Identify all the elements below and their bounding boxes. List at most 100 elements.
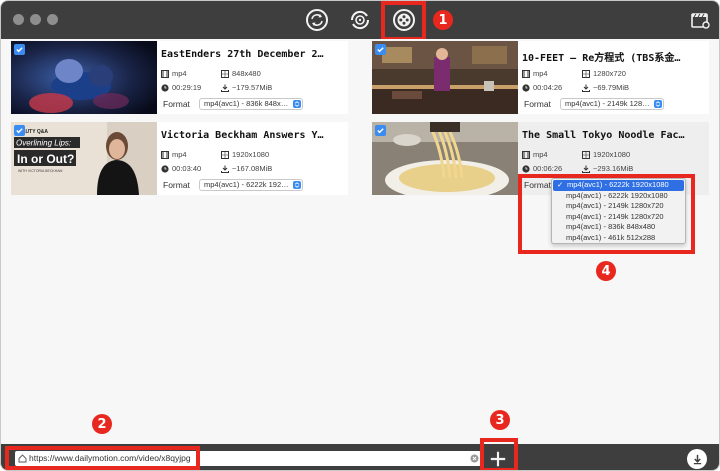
container-text: mp4 (172, 150, 187, 159)
video-card[interactable]: 10-FEET – Re方程式 (TBS系金… mp4 1280x720 00:… (372, 41, 709, 114)
download-icon (693, 454, 701, 464)
resolution-meta: 1920x1080 (221, 150, 269, 159)
format-option-label: mp4(avc1) - 836k 848x480 (566, 222, 656, 231)
video-thumbnail (372, 41, 518, 114)
checkmark-icon (377, 128, 384, 134)
resolution-icon (582, 69, 590, 78)
film-icon (161, 69, 169, 78)
zoom-window-button[interactable] (47, 14, 58, 25)
resolution-meta: 1280x720 (582, 69, 626, 78)
title-bar (1, 1, 719, 39)
chevron-updown-icon (293, 181, 301, 189)
format-option-label: mp4(avc1) - 461k 512x288 (566, 232, 656, 242)
duration-text: 00:03:40 (172, 164, 202, 173)
resolution-meta: 848x480 (221, 69, 261, 78)
duration-text: 00:29:19 (172, 83, 202, 92)
resolution-icon (221, 150, 229, 159)
download-film-icon (393, 9, 415, 31)
format-option[interactable]: mp4(avc1) - 461k 512x288 (552, 233, 685, 244)
size-meta: ~69.79MiB (582, 83, 629, 92)
format-dropdown[interactable]: ✓ mp4(avc1) - 6222k 1920x1080 mp4(avc1) … (551, 178, 686, 244)
format-option[interactable]: mp4(avc1) - 2149k 1280x720 (552, 201, 685, 212)
clock-icon (522, 164, 530, 173)
format-option-label: mp4(avc1) - 6222k 1920x1080 (566, 190, 668, 200)
format-option[interactable]: mp4(avc1) - 836k 848x480 (552, 222, 685, 233)
resolution-meta: 1920x1080 (582, 150, 630, 159)
select-checkbox[interactable] (14, 125, 25, 136)
format-select[interactable]: mp4(avc1) - 6222k 192… (199, 179, 303, 191)
checkmark-icon (377, 47, 384, 53)
select-checkbox[interactable] (375, 125, 386, 136)
duration-meta: 00:03:40 (161, 164, 201, 173)
format-option-label: mp4(avc1) - 6222k 1920x1080 (567, 180, 669, 189)
minimize-window-button[interactable] (30, 14, 41, 25)
duration-meta: 00:04:26 (522, 83, 562, 92)
check-icon: ✓ (557, 180, 564, 189)
container-meta: mp4 (522, 69, 548, 78)
video-thumbnail: BEAUTY Q&A Overlining Lips: In or Out? W… (11, 122, 157, 195)
video-card[interactable]: BEAUTY Q&A Overlining Lips: In or Out? W… (11, 122, 348, 195)
size-text: ~167.08MiB (232, 164, 273, 173)
download-button[interactable] (687, 449, 707, 469)
plus-icon (490, 451, 506, 467)
format-label: Format (163, 99, 190, 109)
convert-tab-button[interactable] (303, 6, 331, 34)
container-meta: mp4 (161, 150, 187, 159)
url-text: https://www.dailymotion.com/video/x8qyjp… (29, 453, 191, 463)
resolution-icon (221, 69, 229, 78)
select-checkbox[interactable] (375, 44, 386, 55)
film-icon (522, 69, 530, 78)
container-text: mp4 (533, 69, 548, 78)
home-icon (18, 454, 27, 463)
format-label: Format (524, 99, 551, 109)
burn-tab-button[interactable] (346, 6, 374, 34)
size-meta: ~179.57MiB (221, 83, 272, 92)
format-option[interactable]: mp4(avc1) - 2149k 1280x720 (552, 212, 685, 223)
resolution-icon (582, 150, 590, 159)
chevron-updown-icon (293, 100, 301, 108)
download-tab-button[interactable] (390, 6, 418, 34)
duration-text: 00:04:26 (533, 83, 563, 92)
video-title: 10-FEET – Re方程式 (TBS系金… (522, 53, 681, 64)
checkmark-icon (16, 47, 23, 53)
clear-icon[interactable] (470, 454, 479, 463)
thumb-caption-line1: Overlining Lips: (16, 139, 71, 148)
duration-meta: 00:06:26 (522, 164, 562, 173)
chevron-updown-icon (654, 100, 662, 108)
resolution-text: 1280x720 (593, 69, 626, 78)
container-meta: mp4 (522, 150, 548, 159)
burn-icon (350, 10, 370, 30)
app-window: 1 EastEnders 27th December 2… mp4 848x48… (0, 0, 720, 471)
add-url-button[interactable] (487, 449, 509, 469)
checkmark-icon (16, 128, 23, 134)
close-window-button[interactable] (13, 14, 24, 25)
marker-4: 4 (596, 261, 616, 281)
format-option-selected[interactable]: ✓ mp4(avc1) - 6222k 1920x1080 (553, 180, 684, 191)
resolution-text: 1920x1080 (232, 150, 270, 159)
format-select-value: mp4(avc1) - 2149k 128… (565, 99, 650, 108)
video-title: Victoria Beckham Answers Y… (161, 130, 324, 141)
size-text: ~179.57MiB (232, 83, 273, 92)
film-icon (161, 150, 169, 159)
video-settings-icon[interactable] (689, 9, 711, 31)
download-size-icon (582, 84, 590, 92)
resolution-text: 848x480 (232, 69, 261, 78)
container-text: mp4 (172, 69, 187, 78)
format-select[interactable]: mp4(avc1) - 2149k 128… (560, 98, 664, 110)
url-input[interactable]: https://www.dailymotion.com/video/x8qyjp… (15, 451, 481, 466)
video-card[interactable]: EastEnders 27th December 2… mp4 848x480 … (11, 41, 348, 114)
duration-meta: 00:29:19 (161, 83, 201, 92)
size-meta: ~167.08MiB (221, 164, 272, 173)
format-select[interactable]: mp4(avc1) - 836k 848x… (199, 98, 303, 110)
video-title: EastEnders 27th December 2… (161, 49, 324, 60)
format-option-label: mp4(avc1) - 2149k 1280x720 (566, 211, 664, 221)
size-text: ~69.79MiB (593, 83, 630, 92)
clock-icon (161, 83, 169, 92)
video-title: The Small Tokyo Noodle Fac… (522, 130, 685, 141)
clock-icon (522, 83, 530, 92)
format-option[interactable]: mp4(avc1) - 6222k 1920x1080 (552, 191, 685, 202)
format-label: Format (524, 180, 551, 190)
format-option-label: mp4(avc1) - 2149k 1280x720 (566, 201, 664, 210)
size-meta: ~293.16MiB (582, 164, 633, 173)
select-checkbox[interactable] (14, 44, 25, 55)
